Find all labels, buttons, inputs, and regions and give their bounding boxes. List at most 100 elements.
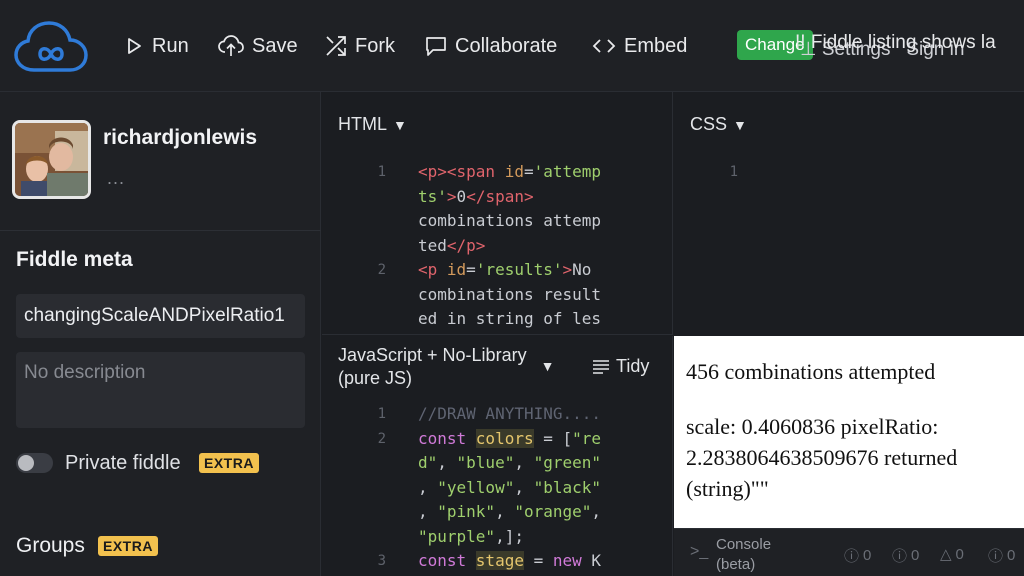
- fiddle-description-input[interactable]: No description: [16, 352, 305, 428]
- cloud-upload-icon: [218, 35, 244, 56]
- play-icon: [128, 38, 141, 54]
- fiddle-meta-heading: Fiddle meta: [16, 248, 133, 271]
- circle-log-icon: ⓘ: [988, 548, 1004, 565]
- result-line-2: scale: 0.4060836 pixelRatio: 2.283806463…: [686, 414, 958, 501]
- code-line: "purple",];: [418, 525, 524, 550]
- code-token: //DRAW ANYTHING....: [418, 404, 602, 423]
- console-bar[interactable]: >_ Console (beta) ⓘ 0 ⓘ 0 △ 0 ⓘ 0: [674, 528, 1024, 576]
- code-line: ts'>0</span>: [418, 185, 534, 210]
- js-title-text: JavaScript + No-Library (pure JS): [338, 344, 527, 390]
- console-alert-count: △ 0: [940, 545, 964, 564]
- collaborate-label: Collaborate: [455, 34, 558, 57]
- css-panel-title[interactable]: CSS ▼: [690, 114, 747, 135]
- save-label: Save: [252, 34, 298, 57]
- code-token: d": [418, 453, 438, 472]
- code-token: </span>: [466, 186, 534, 206]
- result-panel: 456 combinations attempted scale: 0.4060…: [674, 336, 1024, 528]
- code-token: "re: [572, 428, 602, 448]
- code-token: ,: [418, 477, 438, 497]
- code-line: , "pink", "orange",: [418, 500, 601, 525]
- code-token: </p>: [446, 235, 486, 255]
- collaborate-button[interactable]: Collaborate: [425, 32, 557, 60]
- shuffle-icon: [326, 36, 346, 56]
- code-token: ,: [418, 502, 438, 521]
- code-line: , "yellow", "black": [418, 476, 601, 501]
- code-token: ,: [514, 477, 534, 497]
- js-title-line2: (pure JS): [338, 368, 413, 388]
- code-line: d", "blue", "green": [418, 451, 601, 476]
- circle-info-icon: ⓘ: [892, 548, 908, 565]
- avatar-photo: [15, 123, 88, 196]
- tidy-button[interactable]: Tidy: [592, 356, 649, 377]
- embed-label: Embed: [624, 34, 688, 57]
- line-number: 2: [377, 262, 386, 278]
- code-token: "yellow": [437, 477, 515, 497]
- css-panel: CSS ▼ 1: [674, 92, 1024, 335]
- code-line: combinations attemp: [418, 209, 601, 234]
- code-line: <p><span id='attemp: [418, 160, 601, 185]
- code-token: const: [418, 551, 476, 570]
- js-panel-title[interactable]: JavaScript + No-Library (pure JS) ▼: [338, 344, 554, 390]
- code-token: 'results': [475, 260, 563, 279]
- js-title-line1: JavaScript + No-Library: [338, 345, 527, 365]
- code-token: stage: [475, 551, 524, 570]
- fork-button[interactable]: Fork: [325, 32, 395, 60]
- alert-count: 0: [955, 545, 964, 563]
- username[interactable]: richardjonlewis: [103, 126, 257, 150]
- groups-extra-badge: EXTRA: [98, 536, 158, 556]
- code-token: <p><span: [418, 162, 505, 181]
- line-number: 1: [729, 164, 738, 180]
- fiddle-name-input[interactable]: changingScaleANDPixelRatio1: [16, 294, 305, 338]
- avatar[interactable]: [12, 120, 91, 199]
- code-token: "orange": [514, 502, 592, 521]
- code-token: "black": [533, 477, 602, 497]
- private-fiddle-toggle[interactable]: [16, 453, 53, 473]
- html-panel-title[interactable]: HTML ▼: [338, 114, 407, 135]
- code-token: ts': [418, 186, 447, 206]
- code-token: "pink": [437, 502, 496, 521]
- sidebar: richardjonlewis ... Fiddle meta changing…: [0, 92, 321, 576]
- fork-label: Fork: [355, 34, 395, 57]
- code-line: combinations result: [418, 283, 601, 308]
- code-token: =: [523, 162, 534, 181]
- code-line: const stage = new K: [418, 549, 601, 574]
- user-more-menu[interactable]: ...: [107, 168, 125, 189]
- code-token: ,];: [495, 526, 524, 546]
- run-button[interactable]: Run: [124, 32, 189, 60]
- code-token: =: [523, 551, 553, 570]
- save-button[interactable]: Save: [218, 32, 298, 60]
- code-token: ,: [437, 453, 457, 472]
- line-number: 2: [377, 430, 386, 447]
- line-number: 3: [377, 553, 386, 569]
- dropdown-triangle-icon: ▼: [540, 358, 555, 374]
- dropdown-triangle-icon: ▼: [393, 116, 407, 133]
- code-token: id: [446, 260, 467, 279]
- code-token: new: [552, 551, 592, 570]
- code-token: >: [446, 186, 457, 206]
- private-fiddle-label: Private fiddle: [65, 452, 181, 474]
- code-token: K: [591, 551, 602, 570]
- jsfiddle-logo[interactable]: [14, 20, 88, 74]
- code-token: "blue": [456, 453, 515, 472]
- code-token: =: [466, 260, 476, 279]
- code-line: <p id='results'>No: [418, 258, 591, 283]
- console-error-count: ⓘ 0: [844, 545, 871, 566]
- code-token: "green": [533, 453, 602, 472]
- code-token: id: [504, 162, 524, 181]
- chat-bubble-icon: [426, 37, 446, 56]
- html-title-label: HTML: [338, 114, 387, 134]
- console-label: Console (beta): [716, 535, 771, 575]
- code-token: ,: [495, 502, 515, 521]
- triangle-warning-icon: △: [940, 546, 952, 563]
- code-token: colors: [475, 428, 534, 448]
- code-token: combinations attemp: [418, 211, 602, 230]
- css-title-label: CSS: [690, 114, 728, 134]
- code-token: = [: [533, 428, 573, 448]
- top-bar: Run Save Fork Collaborate Embed Change ⊥…: [0, 0, 1024, 92]
- code-line: //DRAW ANYTHING....: [418, 402, 601, 427]
- console-log-count: ⓘ 0: [988, 545, 1015, 566]
- error-count: 0: [863, 547, 872, 564]
- embed-button[interactable]: Embed: [592, 32, 687, 60]
- console-warning-count: ⓘ 0: [892, 545, 919, 566]
- warning-count: 0: [911, 547, 920, 564]
